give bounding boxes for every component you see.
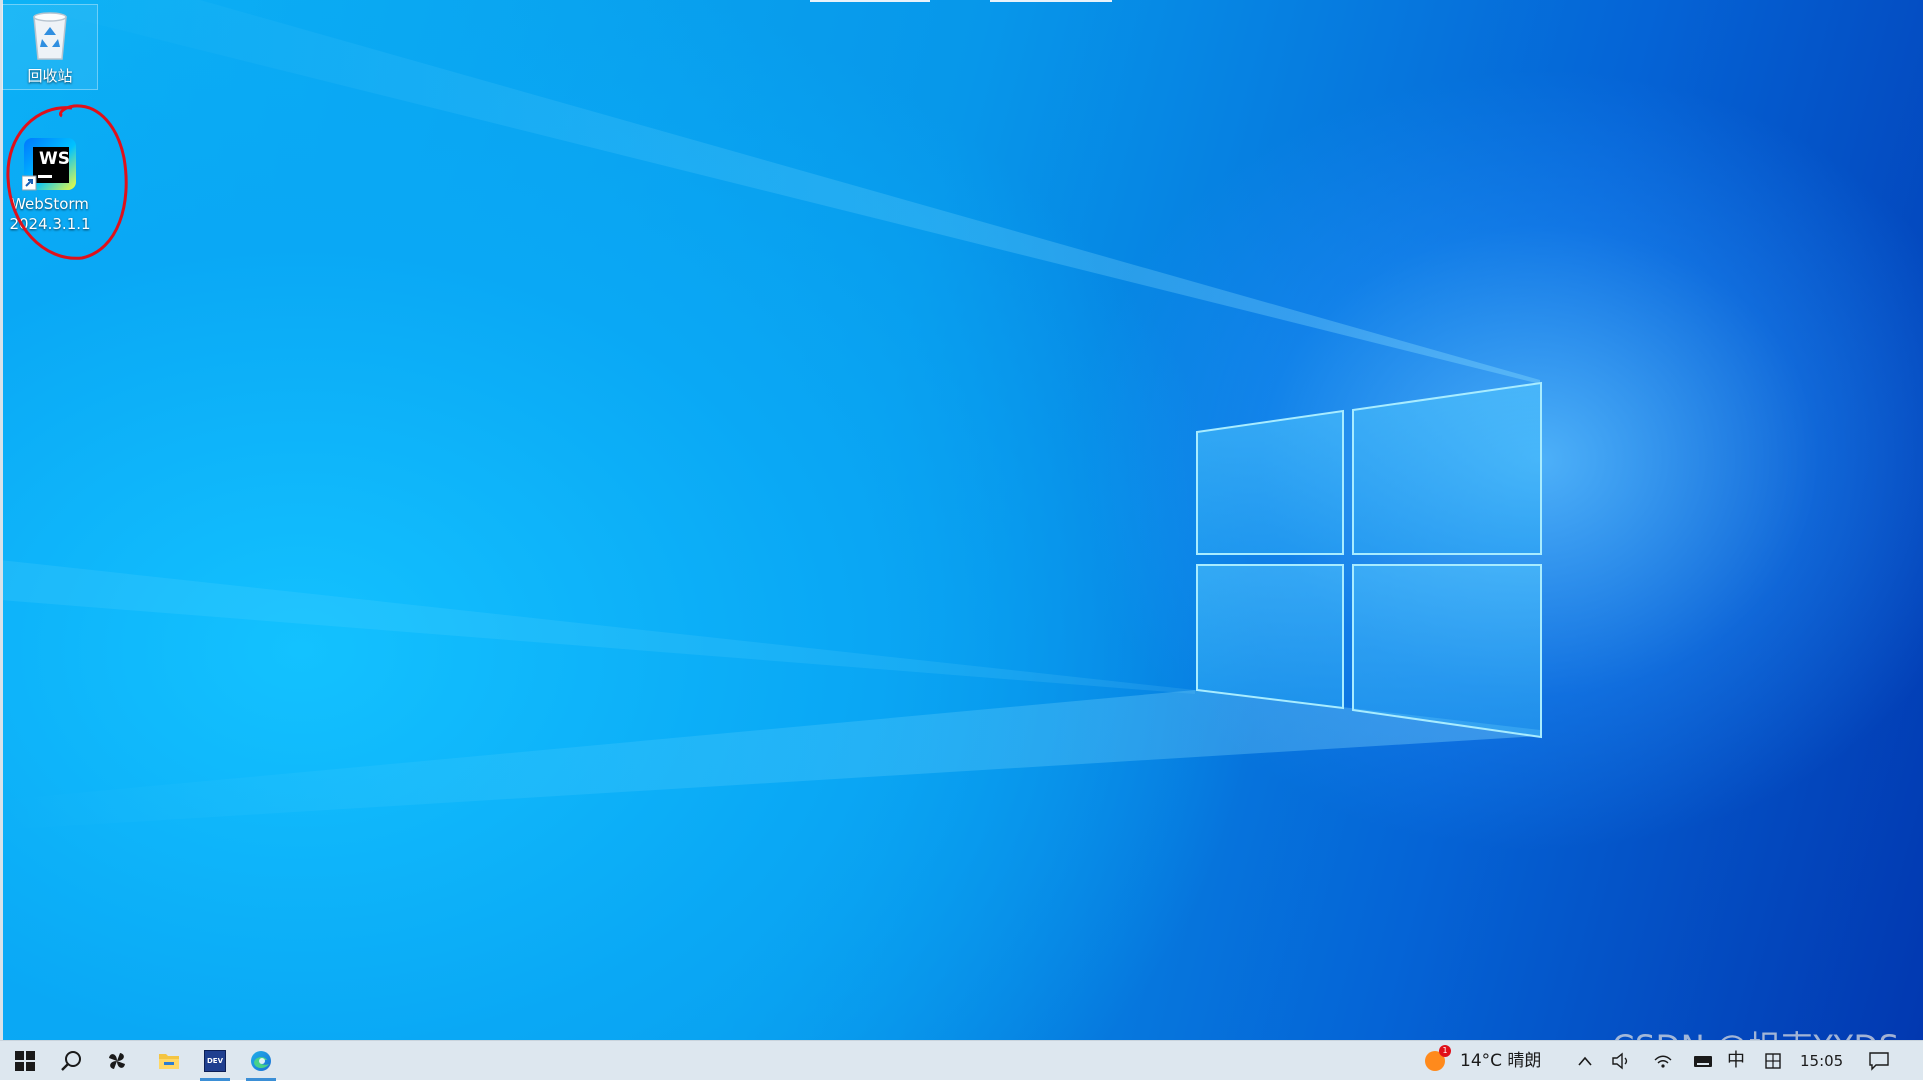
taskbar: DEV 1 14°C 晴朗 中 15:05 (0, 1040, 1923, 1081)
webstorm-icon: WS (21, 136, 78, 192)
webstorm-desktop-icon[interactable]: WS WebStorm 2024.3.1.1 (2, 130, 98, 234)
edge-browser-icon (251, 1051, 271, 1071)
webstorm-badge: WS (39, 149, 70, 169)
ime-language-indicator[interactable]: 中 (1727, 1041, 1745, 1081)
edge-browser-button[interactable] (238, 1041, 284, 1081)
network-icon (1654, 1055, 1672, 1068)
volume-button[interactable] (1610, 1050, 1632, 1072)
recycle-bin-desktop-icon[interactable]: 回收站 (2, 4, 98, 90)
clock[interactable]: 15:05 (1800, 1041, 1843, 1081)
folder-icon (159, 1054, 179, 1069)
top-marker-right (990, 0, 1112, 2)
file-explorer-button[interactable] (146, 1041, 192, 1081)
weather-text[interactable]: 14°C 晴朗 (1460, 1041, 1541, 1081)
weather-icon[interactable]: 1 (1424, 1045, 1451, 1072)
search-icon (61, 1051, 81, 1071)
light-beam-top (0, 0, 1540, 384)
speaker-icon (1612, 1052, 1628, 1070)
weather-badge: 1 (1439, 1045, 1451, 1057)
recycle-bin-label: 回收站 (27, 67, 73, 85)
light-beam-bottom (0, 690, 1540, 830)
devtool-app-button[interactable]: DEV (192, 1041, 238, 1081)
top-marker-left (810, 0, 930, 2)
ime-mode-icon (1765, 1053, 1781, 1069)
keyboard-icon (1694, 1056, 1712, 1067)
pinwheel-app-button[interactable] (94, 1041, 140, 1081)
chevron-up-icon (1578, 1056, 1592, 1066)
notification-icon (1869, 1052, 1889, 1071)
show-hidden-icons-button[interactable] (1574, 1050, 1596, 1072)
webstorm-label: WebStorm 2024.3.1.1 (9, 195, 91, 233)
keyboard-button[interactable] (1692, 1050, 1714, 1072)
start-button[interactable] (2, 1041, 48, 1081)
light-beam-middle (0, 560, 1195, 694)
windows-start-icon (15, 1051, 35, 1071)
windows-logo (1196, 381, 1542, 739)
wallpaper-beams (0, 0, 1542, 830)
search-button[interactable] (48, 1041, 94, 1081)
recycle-bin-icon (33, 12, 67, 60)
desktop: 回收站 WS WebStorm 2024.3.1.1 (0, 0, 1923, 1040)
devtool-badge: DEV (206, 1057, 223, 1065)
devtool-app-icon: DEV (204, 1050, 226, 1072)
notification-center-button[interactable] (1868, 1050, 1890, 1072)
network-button[interactable] (1652, 1050, 1674, 1072)
pinwheel-app-icon (109, 1053, 125, 1069)
ime-mode-button[interactable] (1762, 1050, 1784, 1072)
